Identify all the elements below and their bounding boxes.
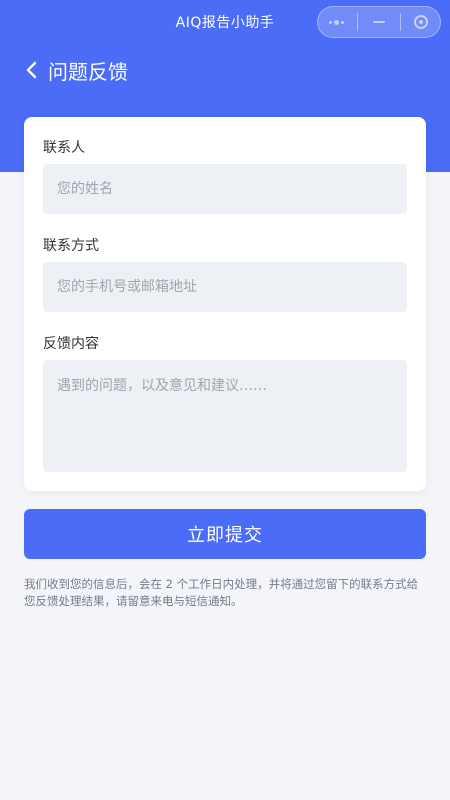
processing-notice: 我们收到您的信息后，会在 2 个工作日内处理，并将通过您留下的联系方式给您反馈处… bbox=[24, 577, 419, 608]
more-dots-icon bbox=[329, 19, 345, 25]
close-circle-icon bbox=[414, 15, 429, 29]
capsule-divider bbox=[399, 13, 401, 31]
contact-label: 联系人 bbox=[43, 140, 85, 156]
feedback-content-textarea[interactable] bbox=[43, 360, 407, 472]
contact-method-input[interactable] bbox=[43, 262, 407, 312]
close-button[interactable] bbox=[404, 10, 438, 34]
more-button[interactable] bbox=[320, 10, 354, 34]
page-title: 问题反馈 bbox=[48, 59, 128, 84]
submit-button[interactable]: 立即提交 bbox=[24, 509, 426, 559]
contact-method-label: 联系方式 bbox=[43, 238, 99, 254]
feedback-content-label: 反馈内容 bbox=[43, 336, 99, 352]
minimize-button[interactable] bbox=[362, 10, 396, 34]
chevron-left-icon[interactable] bbox=[24, 61, 40, 79]
feedback-form-card: 联系人 联系方式 反馈内容 bbox=[24, 117, 426, 491]
mini-program-capsule bbox=[317, 6, 441, 38]
minimize-icon bbox=[372, 21, 385, 23]
contact-name-input[interactable] bbox=[43, 164, 407, 214]
capsule-divider bbox=[357, 13, 359, 31]
nav-bar: 问题反馈 bbox=[24, 56, 128, 84]
